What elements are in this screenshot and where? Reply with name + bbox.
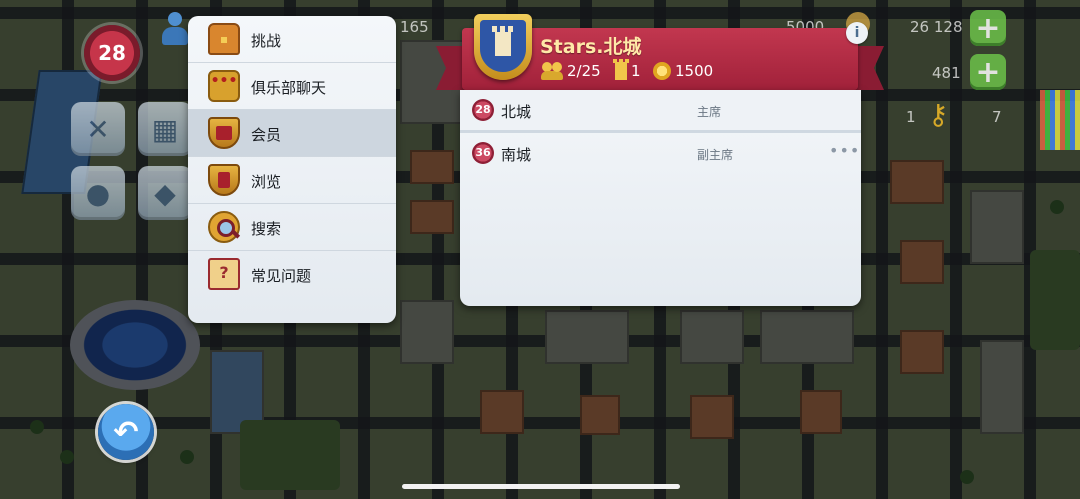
coin-count-value: 1500 xyxy=(675,62,714,80)
tower-count-value: 1 xyxy=(631,62,641,80)
magnifier-icon xyxy=(208,211,240,243)
member-list: 28 北城 主席 36 南城 副主席 ••• xyxy=(460,90,861,306)
member-role: 副主席 xyxy=(697,148,734,162)
add-currency2-button[interactable]: + xyxy=(970,54,1006,90)
tools-icon[interactable]: ✕ xyxy=(71,102,125,156)
menu-item-challenge[interactable]: 挑战 xyxy=(188,16,396,63)
undo-arrow-icon: ↶ xyxy=(113,414,139,450)
club-name: Stars.北城 xyxy=(540,36,642,58)
club-coin-count: 1500 xyxy=(653,62,713,80)
profile-icon[interactable] xyxy=(160,12,190,48)
hud-counter-left: 165 xyxy=(400,18,429,36)
club-tower-count: 1 xyxy=(613,59,641,80)
hud-counter-small2: 7 xyxy=(992,108,1002,126)
menu-item-label: 会员 xyxy=(251,126,282,144)
key-icon: ⚷ xyxy=(928,98,949,131)
hud-counter-right2: 481 xyxy=(932,64,961,82)
hud-counter-right: 26 128 xyxy=(910,18,963,36)
coin-icon xyxy=(653,62,671,80)
member-role: 主席 xyxy=(697,105,722,119)
club-member-count: 2/25 xyxy=(541,62,601,80)
friends-icon[interactable]: ● xyxy=(71,166,125,220)
member-name: 南城 xyxy=(501,146,532,164)
menu-item-browse[interactable]: 浏览 xyxy=(188,157,396,204)
menu-item-label: 常见问题 xyxy=(251,267,312,285)
calendar-icon[interactable]: ▦ xyxy=(138,102,192,156)
gamepad-icon[interactable]: ◆ xyxy=(138,166,192,220)
club-crest-icon xyxy=(474,14,532,80)
back-button[interactable]: ↶ xyxy=(98,404,154,460)
add-currency-button[interactable]: + xyxy=(970,10,1006,46)
chat-bubble-icon: ••• xyxy=(208,70,240,102)
member-name: 北城 xyxy=(501,103,532,121)
more-options-icon[interactable]: ••• xyxy=(829,141,860,160)
menu-item-label: 俱乐部聊天 xyxy=(251,79,327,97)
member-row[interactable]: 28 北城 主席 xyxy=(460,90,861,133)
browse-shield-icon xyxy=(208,164,240,196)
member-count-value: 2/25 xyxy=(567,62,601,80)
menu-item-label: 搜索 xyxy=(251,220,282,238)
home-indicator[interactable] xyxy=(402,484,680,489)
store-grid-icon[interactable] xyxy=(1040,90,1080,150)
menu-item-label: 挑战 xyxy=(251,32,282,50)
member-level-badge: 28 xyxy=(472,99,494,121)
club-menu: 挑战 ••• 俱乐部聊天 会员 浏览 搜索 ? 常见问题 xyxy=(188,16,396,323)
menu-item-search[interactable]: 搜索 xyxy=(188,204,396,251)
member-level-badge: 36 xyxy=(472,142,494,164)
treasure-chest-icon xyxy=(208,23,240,55)
faq-book-icon: ? xyxy=(208,258,240,290)
player-level-badge[interactable]: 28 xyxy=(84,25,140,81)
club-shield-icon xyxy=(208,117,240,149)
tower-icon xyxy=(613,59,629,80)
menu-item-faq[interactable]: ? 常见问题 xyxy=(188,251,396,297)
menu-item-label: 浏览 xyxy=(251,173,282,191)
menu-item-club-chat[interactable]: ••• 俱乐部聊天 xyxy=(188,63,396,110)
member-row[interactable]: 36 南城 副主席 ••• xyxy=(460,133,861,173)
members-icon xyxy=(541,62,563,80)
menu-item-members[interactable]: 会员 xyxy=(188,110,396,157)
hud-counter-small1: 1 xyxy=(906,108,916,126)
info-icon[interactable]: i xyxy=(846,22,868,44)
